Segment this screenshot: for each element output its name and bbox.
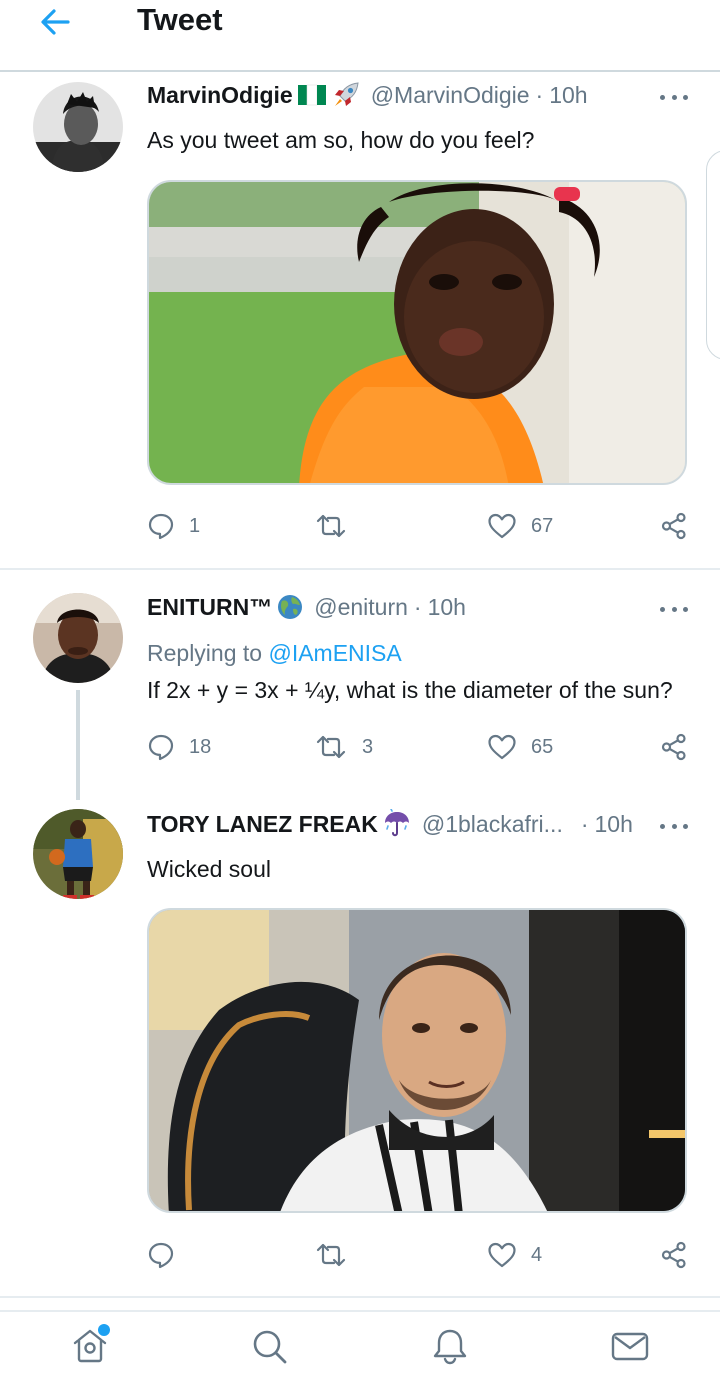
replying-to-label: Replying to [147, 640, 269, 666]
share-icon [661, 733, 686, 761]
avatar[interactable] [33, 82, 123, 172]
tweet-text: As you tweet am so, how do you feel? [147, 127, 535, 153]
more-options-icon[interactable] [660, 821, 688, 831]
search-icon[interactable] [249, 1326, 289, 1366]
replying-to: Replying to @IAmENISA [147, 640, 402, 667]
divider [0, 568, 720, 570]
globe-icon [276, 593, 304, 621]
retweet-button[interactable] [314, 509, 362, 543]
share-icon [661, 512, 686, 540]
share-button[interactable] [660, 509, 688, 543]
share-button[interactable] [660, 1238, 688, 1272]
like-button[interactable]: 4 [487, 1238, 542, 1272]
reply-icon [148, 1242, 174, 1269]
more-options-icon[interactable] [660, 92, 688, 102]
tweet-image[interactable] [147, 908, 687, 1213]
thread-connector [76, 690, 80, 800]
nigeria-flag-icon [297, 83, 327, 107]
bottom-nav [0, 1310, 720, 1377]
reply-button[interactable]: 1 [147, 509, 200, 543]
more-options-icon[interactable] [660, 604, 688, 614]
notifications-icon[interactable] [430, 1326, 470, 1366]
retweet-icon [316, 735, 346, 759]
like-button[interactable]: 65 [487, 730, 553, 764]
avatar[interactable] [33, 593, 123, 683]
timestamp[interactable]: 10h [595, 811, 633, 838]
arrow-left-icon[interactable] [36, 4, 76, 40]
retweet-icon [316, 1243, 346, 1267]
new-content-dot [98, 1324, 110, 1336]
reply-button[interactable]: 18 [147, 730, 211, 764]
retweet-count: 3 [362, 735, 374, 758]
separator-dot: · [413, 593, 422, 620]
separator-dot: · [580, 810, 589, 837]
tweet-text: Wicked soul [147, 856, 271, 882]
reply-icon [148, 513, 174, 540]
display-name[interactable]: TORY LANEZ FREAK [147, 811, 378, 838]
mention-link[interactable]: @IAmENISA [268, 640, 401, 666]
reply-icon [148, 734, 174, 761]
page-title: Tweet [137, 2, 223, 37]
retweet-button[interactable]: 3 [314, 730, 373, 764]
reply-count: 1 [189, 514, 201, 537]
timestamp[interactable]: 10h [428, 594, 466, 621]
user-handle[interactable]: @MarvinOdigie [371, 82, 530, 109]
retweet-icon [316, 514, 346, 538]
tweet-text: If 2x + y = 3x + ¼y, what is the diamete… [147, 677, 673, 703]
heart-icon [488, 513, 516, 539]
messages-icon[interactable] [610, 1326, 650, 1366]
like-count: 4 [531, 1243, 543, 1266]
avatar[interactable] [33, 809, 123, 899]
reply-button[interactable] [147, 1238, 189, 1272]
heart-icon [488, 734, 516, 760]
rocket-icon [331, 80, 361, 110]
side-panel-edge [706, 150, 720, 360]
like-button[interactable]: 67 [487, 509, 553, 543]
user-handle[interactable]: @1blackafri... [422, 811, 563, 838]
heart-icon [488, 1242, 516, 1268]
tweet-image[interactable] [147, 180, 687, 485]
timestamp[interactable]: 10h [549, 82, 587, 109]
display-name[interactable]: MarvinOdigie [147, 82, 293, 109]
retweet-button[interactable] [314, 1238, 362, 1272]
user-handle[interactable]: @eniturn [314, 594, 408, 621]
umbrella-rain-icon [382, 809, 412, 839]
share-icon [661, 1241, 686, 1269]
divider [0, 1296, 720, 1298]
separator-dot: · [535, 81, 544, 108]
top-app-bar: Tweet [0, 0, 720, 72]
like-count: 67 [531, 514, 554, 537]
reply-count: 18 [189, 735, 212, 758]
display-name[interactable]: ENITURN™ [147, 594, 272, 621]
share-button[interactable] [660, 730, 688, 764]
like-count: 65 [531, 735, 554, 758]
